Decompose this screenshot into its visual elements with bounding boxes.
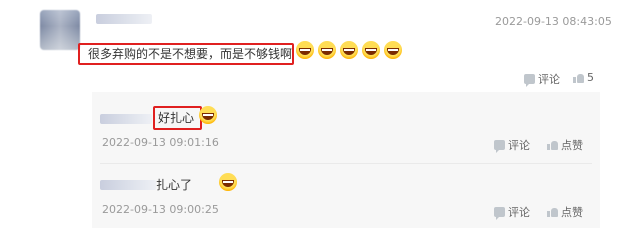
- reply-comment-label: 评论: [508, 206, 530, 219]
- comment-like-count: 5: [587, 71, 594, 84]
- reply-time: 2022-09-13 09:00:25: [102, 203, 219, 216]
- reply-comment-button[interactable]: 评论: [494, 137, 530, 153]
- laughing-emoji-icon: [340, 41, 358, 59]
- thumbs-up-icon: [547, 207, 558, 217]
- laughing-emoji-icon: [219, 172, 238, 191]
- reply-like-label: 点赞: [561, 139, 583, 152]
- avatar[interactable]: [40, 10, 80, 50]
- reply-username-blurred[interactable]: [100, 114, 152, 124]
- laughing-emoji-icon: [296, 41, 314, 59]
- emoji-group: [296, 41, 402, 59]
- laughing-emoji-icon: [199, 105, 217, 124]
- username-blurred[interactable]: [96, 14, 152, 24]
- comment-like-button[interactable]: 5: [573, 71, 594, 84]
- comment-reply-label: 评论: [538, 73, 560, 86]
- comment-text: 很多弃购的不是不想要，而是不够钱啊: [88, 47, 293, 61]
- laughing-emoji-icon: [362, 41, 380, 59]
- reply-like-button[interactable]: 点赞: [547, 137, 583, 153]
- reply-username-blurred[interactable]: [100, 180, 156, 190]
- reply-text: 扎心了: [156, 178, 193, 192]
- thumbs-up-icon: [573, 73, 584, 83]
- comment-icon: [524, 74, 535, 87]
- reply-comment-button[interactable]: 评论: [494, 204, 530, 220]
- reply-text: 好扎心: [158, 111, 195, 125]
- reply-like-button[interactable]: 点赞: [547, 204, 583, 220]
- comment-icon: [494, 207, 505, 220]
- reply-comment-label: 评论: [508, 139, 530, 152]
- comment-reply-button[interactable]: 评论: [524, 71, 560, 87]
- comment-time: 2022-09-13 08:43:05: [495, 15, 612, 28]
- laughing-emoji-icon: [318, 41, 336, 59]
- thumbs-up-icon: [547, 140, 558, 150]
- divider: [100, 163, 592, 164]
- laughing-emoji-icon: [384, 41, 402, 59]
- reply-like-label: 点赞: [561, 206, 583, 219]
- comment-icon: [494, 140, 505, 153]
- reply-time: 2022-09-13 09:01:16: [102, 136, 219, 149]
